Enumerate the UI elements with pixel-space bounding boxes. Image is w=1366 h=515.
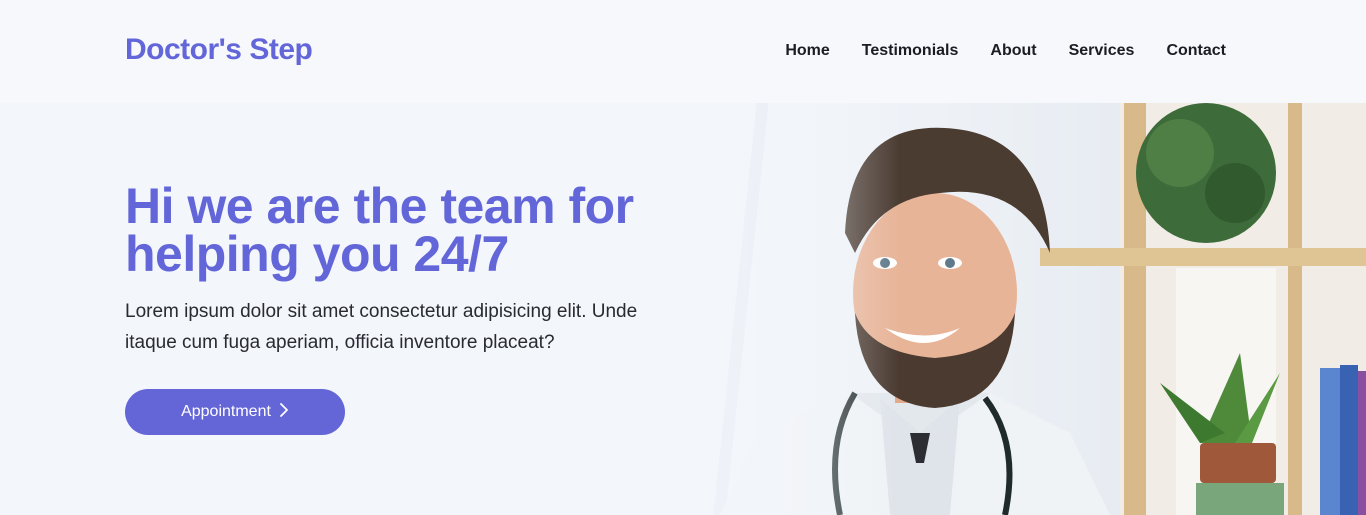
hero-description: Lorem ipsum dolor sit amet consectetur a… [125,301,638,353]
appointment-button-label: Appointment [181,403,271,420]
hero-text-block: Hi we are the team for helping you 24/7 … [125,181,705,358]
main-nav: Home Testimonials About Services Contact [785,42,1226,60]
chevron-right-icon [279,403,289,421]
hero-title: Hi we are the team for helping you 24/7 [125,181,705,279]
nav-link-services[interactable]: Services [1069,42,1135,60]
hero-title-line-2: helping you 24/7 [125,226,509,282]
nav-link-home[interactable]: Home [785,42,829,60]
site-header: Doctor's Step Home Testimonials About Se… [0,0,1366,103]
nav-link-contact[interactable]: Contact [1166,42,1226,60]
appointment-button[interactable]: Appointment [125,389,345,435]
site-logo[interactable]: Doctor's Step [125,33,313,67]
nav-link-about[interactable]: About [990,42,1036,60]
nav-link-testimonials[interactable]: Testimonials [862,42,959,60]
hero-section: Hi we are the team for helping you 24/7 … [0,103,1366,515]
